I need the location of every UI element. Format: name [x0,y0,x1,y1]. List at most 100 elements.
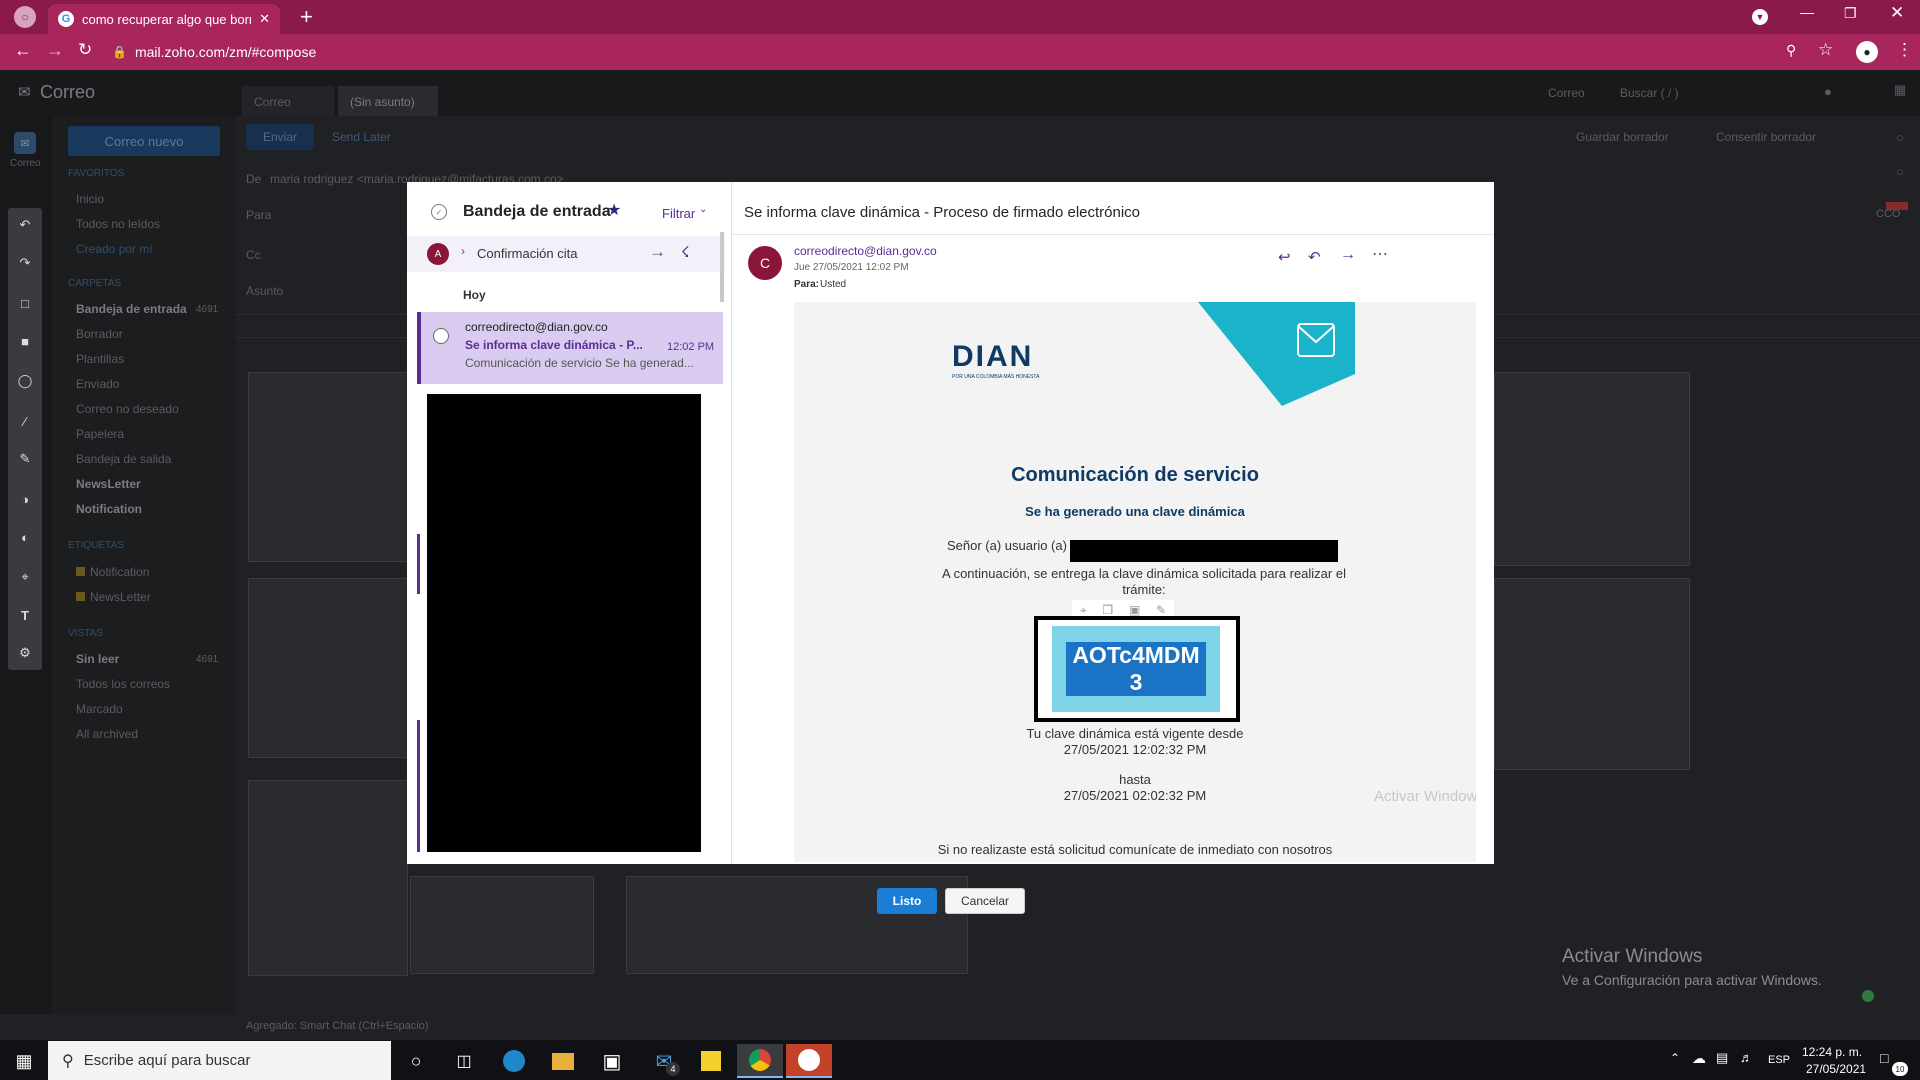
network-icon[interactable]: ▤ [1716,1050,1728,1066]
close-window-icon[interactable]: ✕ [1890,3,1904,23]
language-indicator[interactable]: ESP [1768,1054,1790,1066]
reply-all-icon[interactable]: ↶ [1308,248,1321,266]
browser-tab[interactable]: G como recuperar algo que borre e ✕ [48,4,280,34]
clock-date[interactable]: 27/05/2021 [1806,1062,1866,1076]
arrow-right-icon[interactable]: → [649,242,666,262]
crop-icon[interactable]: ⌖ [8,562,42,592]
onedrive-icon[interactable]: ☁ [1692,1050,1706,1067]
back-icon[interactable]: ← [14,40,32,61]
more-actions-icon[interactable]: ⋯ [1372,244,1388,264]
blur-icon[interactable]: ◑ [8,484,42,514]
undo-icon[interactable]: ↶ [8,210,42,240]
code-box[interactable]: AOTc4MDM 3 [1052,626,1220,712]
zoho-tab-compose[interactable]: (Sin asunto) [338,86,438,116]
zoom-icon[interactable]: ⚲ [1786,42,1796,59]
pinned-message[interactable]: A › Confirmación cita → ☇ [407,236,725,272]
chrome-profile-taskbar-icon[interactable] [786,1044,832,1078]
send-later-button[interactable]: Send Later [332,130,391,144]
side-panel-flag-icon[interactable] [1886,202,1908,210]
filled-rectangle-icon[interactable]: ■ [8,326,42,356]
save-draft-button[interactable]: Guardar borrador [1576,130,1669,144]
chrome-taskbar-icon[interactable] [737,1044,783,1078]
send-button[interactable]: Enviar [246,124,314,150]
apps-grid-icon[interactable]: ▦ [1894,82,1906,98]
sticky-notes-icon[interactable] [691,1044,731,1078]
view-unread[interactable]: Sin leer [76,652,119,666]
file-explorer-icon[interactable] [543,1044,583,1078]
side-panel-icon[interactable]: ○ [1896,130,1904,145]
folder-inbox[interactable]: Bandeja de entrada [76,302,187,316]
folder-sent[interactable]: Enviado [76,377,119,391]
folder-outbox[interactable]: Bandeja de salida [76,452,171,466]
tag-newsletter[interactable]: NewsLetter [90,590,151,604]
search-input[interactable]: Buscar ( / ) [1620,86,1679,100]
redo-icon[interactable]: ↷ [8,248,42,278]
folder-trash[interactable]: Papelera [76,427,124,441]
nav-item-inicio[interactable]: Inicio [76,192,104,206]
bookmark-star-icon[interactable]: ☆ [1818,40,1833,60]
folder-templates[interactable]: Plantillas [76,352,124,366]
show-hidden-icons[interactable]: ⌃ [1670,1051,1680,1065]
search-scope[interactable]: Correo [1548,86,1585,100]
done-button[interactable]: Listo [877,888,937,914]
nav-item-unread[interactable]: Todos no leídos [76,217,160,231]
folder-notification[interactable]: Notification [76,502,142,516]
windows-start-icon[interactable]: ▦ [4,1044,44,1078]
reload-icon[interactable]: ↻ [78,40,92,60]
expand-icon[interactable]: ▣ [1129,603,1140,617]
view-flagged[interactable]: Marcado [76,702,123,716]
filter-button[interactable]: Filtrar [662,206,695,221]
bell-icon[interactable]: ● [1824,84,1832,99]
account-avatar-icon[interactable]: ● [1856,41,1878,63]
message-checkbox[interactable] [433,328,449,344]
draft-settings-link[interactable]: Consentir borrador [1716,130,1816,144]
folder-drafts[interactable]: Borrador [76,327,123,341]
forward-icon[interactable]: → [46,40,64,61]
ellipse-icon[interactable]: ◯ [8,366,42,396]
side-panel-icon[interactable]: ○ [1896,164,1904,179]
folder-newsletter[interactable]: NewsLetter [76,477,141,491]
copy-icon[interactable]: ❐ [1102,603,1113,617]
text-icon[interactable]: T [8,600,42,630]
highlight-icon[interactable]: ◐ [8,522,42,552]
view-all[interactable]: Todos los correos [76,677,170,691]
selected-message[interactable]: correodirecto@dian.gov.co Se informa cla… [417,312,723,384]
cancel-button[interactable]: Cancelar [945,888,1025,914]
reply-icon[interactable]: ↩ [1278,248,1291,266]
select-all-icon[interactable]: ✓ [431,204,447,220]
palette-icon[interactable]: ⚙ [8,638,42,668]
nav-item-created[interactable]: Creado por mí [76,242,153,256]
clock-time[interactable]: 12:24 p. m. [1802,1045,1862,1059]
new-tab-button[interactable]: + [300,4,313,30]
tag-notification[interactable]: Notification [90,565,149,579]
cortana-icon[interactable]: ○ [396,1044,436,1078]
store-icon[interactable]: ▣ [592,1044,632,1078]
view-archived[interactable]: All archived [76,727,138,741]
taskbar-search-box[interactable]: ⚲ Escribe aquí para buscar [48,1041,391,1080]
close-tab-icon[interactable]: ✕ [259,11,270,27]
edit-icon[interactable]: ✎ [1156,603,1166,617]
pin-icon[interactable]: ☇ [681,243,690,261]
mail-module-icon[interactable]: ✉ [14,132,36,154]
line-icon[interactable]: ∕ [8,406,42,436]
folder-spam[interactable]: Correo no deseado [76,402,179,416]
forward-icon[interactable]: → [1340,246,1356,264]
restore-icon[interactable]: ❐ [1844,5,1857,22]
media-control-icon[interactable]: ▼ [1752,9,1768,25]
browser-profile-icon[interactable]: ○ [14,6,36,28]
url-field[interactable]: 🔒 mail.zoho.com/zm/#compose [112,41,1772,63]
volume-icon[interactable]: ♬ [1740,1050,1753,1065]
notification-center-icon[interactable]: □ [1880,1050,1888,1066]
pen-icon[interactable]: ✎ [8,444,42,474]
new-mail-button[interactable]: Correo nuevo [68,126,220,156]
sender-address[interactable]: correodirecto@dian.gov.co [794,244,937,258]
edge-icon[interactable] [494,1044,534,1078]
zoho-tab-correo[interactable]: Correo [242,86,334,116]
favorite-star-icon[interactable]: ★ [607,200,621,220]
browser-menu-icon[interactable]: ⋮ [1896,40,1913,60]
task-view-icon[interactable]: ◫ [444,1044,484,1078]
chevron-right-icon[interactable]: › [461,244,465,258]
minimize-icon[interactable]: — [1800,4,1814,20]
rectangle-icon[interactable]: □ [8,288,42,318]
list-scrollbar[interactable] [720,232,724,302]
